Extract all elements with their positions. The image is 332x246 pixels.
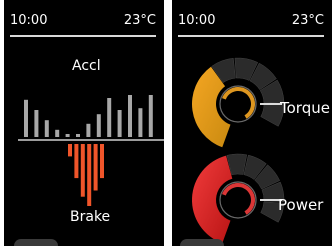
brake-label: Brake <box>70 209 111 225</box>
accel-bar <box>148 95 153 137</box>
brake-bar <box>87 144 92 206</box>
gauge-inner-arc <box>222 87 255 119</box>
accel-bar <box>138 108 143 137</box>
gauge-inner-arc <box>222 182 255 215</box>
bottom-tab[interactable] <box>14 239 58 246</box>
accel-bar <box>55 129 60 137</box>
right-screen: 10:00 23°C Torque Power <box>172 0 332 246</box>
gauge-power <box>191 153 285 244</box>
power-label: Power <box>278 196 324 214</box>
gauge-inner-ring <box>219 181 257 219</box>
brake-bar <box>93 144 98 191</box>
dashboard-screens: 10:00 23°C Accl Brake 10:00 23°C Torque … <box>0 0 332 246</box>
brake-bar <box>68 144 72 157</box>
accel-bar <box>107 98 112 137</box>
accel-bar <box>65 134 70 137</box>
bottom-tab[interactable] <box>180 239 224 246</box>
accel-bar <box>76 134 80 137</box>
brake-bar <box>74 144 79 179</box>
brake-bar <box>100 144 104 179</box>
gauge-fill <box>191 155 233 244</box>
accel-bar <box>96 114 101 137</box>
accel-bar <box>34 110 39 137</box>
accel-bar <box>86 123 91 137</box>
brake-bar <box>80 144 85 197</box>
gauge-torque <box>192 57 285 148</box>
accel-bar <box>44 120 49 137</box>
gauge-inner-ring <box>219 85 257 123</box>
torque-label: Torque <box>280 99 330 117</box>
accel-bar <box>128 95 132 137</box>
accel-bar <box>24 99 28 137</box>
accel-bar <box>117 110 122 137</box>
left-screen: 10:00 23°C Accl Brake <box>4 0 164 246</box>
